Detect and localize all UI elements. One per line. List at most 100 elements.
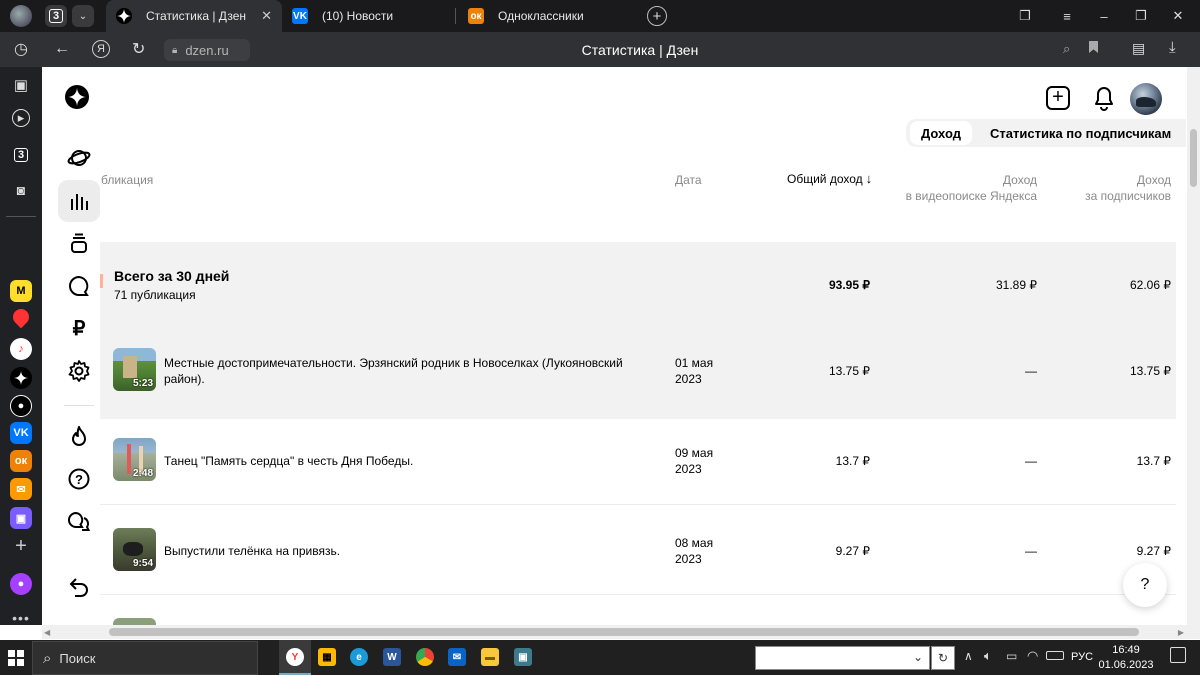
notification-center-icon[interactable]: [1170, 647, 1186, 663]
language-indicator[interactable]: РУС: [1071, 651, 1093, 663]
nav-back[interactable]: [58, 566, 100, 608]
music-icon[interactable]: ♪: [10, 338, 32, 360]
history-icon[interactable]: ◷: [10, 38, 32, 60]
clock-date: 01.06.2023: [1098, 659, 1154, 671]
wifi-icon[interactable]: ◠: [1027, 648, 1038, 664]
task-view-icon[interactable]: ▦: [318, 648, 336, 666]
yandex-browser-app-icon[interactable]: Y: [286, 648, 304, 666]
nav-feed[interactable]: [58, 137, 100, 179]
download-icon[interactable]: ⤓: [1169, 39, 1176, 56]
scroll-thumb[interactable]: [1190, 129, 1197, 187]
table-row[interactable]: 9:54 Выпустили телёнка на привязь. 08 ма…: [100, 509, 1176, 599]
tab-dzen-stats[interactable]: Статистика | Дзен ✕: [106, 0, 282, 32]
maps-icon[interactable]: [9, 305, 33, 329]
video-thumbnail[interactable]: 9:54: [113, 528, 156, 571]
messenger-icon[interactable]: ▣: [10, 507, 32, 529]
battery-icon[interactable]: [1046, 651, 1064, 660]
mail-app-icon[interactable]: ✉: [448, 648, 466, 666]
nav-comments[interactable]: [58, 265, 100, 307]
tabs-counter-icon[interactable]: 3: [10, 144, 32, 166]
col-date[interactable]: Дата: [675, 172, 702, 188]
url-field[interactable]: 🔒︎ dzen.ru: [164, 39, 250, 61]
nav-publications[interactable]: [58, 223, 100, 265]
meet-icon[interactable]: ▭: [1006, 649, 1017, 663]
publication-title[interactable]: Выпустили телёнка на привязь.: [164, 543, 659, 559]
explorer-icon[interactable]: ▬: [481, 648, 499, 666]
col-publication[interactable]: бликация: [101, 172, 153, 188]
nav-monetization[interactable]: ₽: [58, 307, 100, 349]
publication-title[interactable]: Местные достопримечательности. Эрзянский…: [164, 355, 659, 387]
edge-icon[interactable]: e: [350, 648, 368, 666]
reader-icon[interactable]: ▤: [1132, 40, 1145, 57]
create-button[interactable]: +: [1046, 86, 1070, 110]
chevron-down-icon[interactable]: ⌄: [913, 650, 923, 664]
alice-assistant-icon[interactable]: ●: [10, 573, 32, 595]
col-video-income[interactable]: Доход в видеопоиске Яндекса: [882, 172, 1037, 204]
play-icon[interactable]: ▸: [12, 109, 30, 127]
profile-avatar[interactable]: [10, 5, 32, 27]
scroll-right-arrow[interactable]: ▶: [1178, 628, 1184, 637]
address-combo[interactable]: ⌄: [755, 646, 930, 670]
volume-icon[interactable]: 🔈︎: [984, 648, 992, 664]
help-button[interactable]: ?: [1123, 563, 1167, 607]
minimize-icon[interactable]: –: [1096, 8, 1112, 24]
more-icon[interactable]: •••: [10, 607, 32, 629]
video-thumbnail-partial[interactable]: [113, 618, 156, 625]
publication-title[interactable]: Танец "Память сердца" в честь Дня Победы…: [164, 453, 659, 469]
yandex-icon[interactable]: Я: [92, 40, 110, 58]
col-total-income[interactable]: Общий доход ↓: [787, 171, 872, 187]
video-thumbnail[interactable]: 2:48: [113, 438, 156, 481]
media-app-icon[interactable]: ▣: [514, 648, 532, 666]
nav-popular[interactable]: [58, 416, 100, 458]
new-tab-button[interactable]: +: [647, 6, 667, 26]
tab-vk-news[interactable]: VK (10) Новости: [292, 0, 452, 32]
nav-settings[interactable]: [58, 350, 100, 392]
user-avatar[interactable]: [1130, 83, 1162, 115]
alice-icon[interactable]: ●: [10, 395, 32, 417]
reload-icon[interactable]: ↻: [132, 39, 145, 59]
zoom-icon[interactable]: ⌕: [1063, 41, 1070, 57]
mail-icon[interactable]: ✉: [10, 478, 32, 500]
collections-icon[interactable]: ❐: [1017, 8, 1033, 24]
nav-statistics[interactable]: [58, 180, 100, 222]
nav-help[interactable]: ?: [58, 458, 100, 500]
vertical-scrollbar[interactable]: [1187, 67, 1200, 625]
notes-icon[interactable]: ▣: [10, 74, 32, 96]
clock[interactable]: 16:49 01.06.2023: [1098, 643, 1154, 673]
scroll-left-arrow[interactable]: ◀: [44, 628, 50, 637]
chrome-icon[interactable]: [416, 648, 434, 666]
yandex-market-icon[interactable]: M: [10, 280, 32, 302]
close-icon[interactable]: ✕: [261, 8, 272, 24]
add-icon[interactable]: +: [10, 535, 32, 557]
segment-subscribers[interactable]: Статистика по подписчикам: [990, 121, 1171, 145]
taskbar-search[interactable]: ⌕ Поиск: [32, 641, 258, 675]
subscriber-income: 13.7 ₽: [1136, 454, 1171, 468]
notifications-button[interactable]: [1092, 85, 1116, 111]
video-thumbnail[interactable]: 5:23: [113, 348, 156, 391]
table-row[interactable]: 2:48 Танец "Память сердца" в честь Дня П…: [100, 419, 1176, 509]
dzen-icon[interactable]: [10, 367, 32, 389]
tray-chevron-icon[interactable]: ∧: [964, 649, 973, 663]
restore-icon[interactable]: ❐: [1133, 8, 1149, 24]
word-icon[interactable]: W: [383, 648, 401, 666]
ok-icon[interactable]: ок: [10, 450, 32, 472]
scroll-thumb[interactable]: [109, 628, 1139, 636]
screenshot-icon[interactable]: ◙: [10, 179, 32, 201]
back-icon[interactable]: ←: [54, 41, 70, 57]
segment-income[interactable]: Доход: [910, 121, 972, 145]
horizontal-scrollbar[interactable]: ◀ ▶: [42, 625, 1200, 639]
start-button[interactable]: [8, 650, 24, 666]
tabs-dropdown-button[interactable]: ⌄: [72, 5, 94, 27]
dzen-logo[interactable]: [65, 85, 89, 109]
summary-title: Всего за 30 дней: [114, 268, 230, 284]
bookmark-icon[interactable]: [1089, 41, 1098, 53]
tab-counter-button[interactable]: 3: [45, 5, 67, 27]
menu-icon[interactable]: ≡: [1059, 8, 1075, 24]
vk-icon[interactable]: VK: [10, 422, 32, 444]
nav-feedback[interactable]: [58, 501, 100, 543]
tab-ok[interactable]: ок Одноклассники: [468, 0, 638, 32]
col-subscriber-income[interactable]: Доход за подписчиков: [1042, 172, 1171, 204]
table-row[interactable]: 5:23 Местные достопримечательности. Эрзя…: [100, 329, 1176, 419]
close-window-icon[interactable]: ✕: [1170, 8, 1186, 24]
refresh-combo-button[interactable]: ↻: [931, 646, 955, 670]
